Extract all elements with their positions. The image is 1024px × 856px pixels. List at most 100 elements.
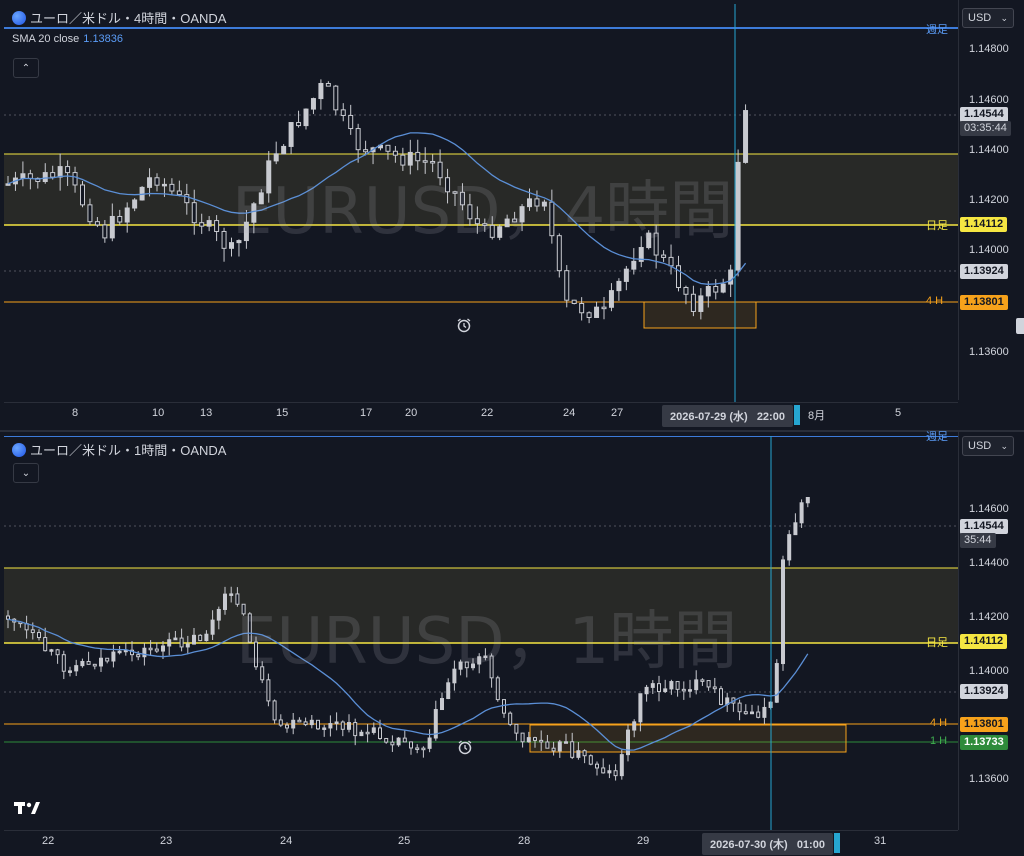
candle-body [446,682,451,700]
time-label: 22 [42,835,55,847]
symbol-title[interactable]: ユーロ／米ドル・1時間・OANDA [12,440,226,459]
price-axis-4h[interactable]: 1.14800 1.14600 1.14400 1.14200 1.14000 … [958,0,1024,400]
candle-body [445,177,451,193]
candle-body [27,173,33,179]
candle-body [570,741,575,758]
tradingview-logo[interactable] [14,800,44,816]
bar-countdown-tag: 03:35:44 [960,121,1011,136]
collapse-legend-button[interactable]: ⌃ [13,58,39,78]
time-axis-4h[interactable]: 8 10 13 15 17 20 22 24 27 8月 5 2026-07-2… [4,402,958,427]
time-label: 24 [563,407,576,419]
candle-body [235,593,240,605]
candle-body [309,719,314,726]
candle-body [650,683,655,688]
candle-body [467,204,473,220]
candle-body [805,496,810,504]
candle-body [206,220,212,227]
time-axis-1h[interactable]: 22 23 24 25 28 29 31 2026-07-30 (木) 01:0… [4,830,958,855]
candle-body [781,559,785,665]
sma-indicator-legend[interactable]: SMA 20 close 1.13836 [12,33,226,45]
chevron-down-icon: ⌄ [1000,440,1008,451]
candle-body [607,770,612,774]
candle-body [296,122,302,127]
candle-body [363,149,369,153]
candle-body [109,215,115,239]
candle-body [663,688,668,693]
weekly-line-label: 週足 [926,431,948,443]
candle-body [471,663,475,669]
candle-body [258,192,264,205]
daily-line-label: 日足 [926,637,948,649]
candle-body [582,750,587,757]
candle-body [719,688,723,705]
candle-body [586,312,592,318]
symbol-title[interactable]: ユーロ／米ドル・4時間・OANDA [12,8,226,27]
time-label: 17 [360,407,373,419]
candle-body [55,649,60,656]
candle-body [668,256,674,267]
time-label: 15 [276,407,289,419]
candle-body [458,661,463,670]
symbol-title-text: ユーロ／米ドル・1時間・OANDA [30,443,227,458]
chart-pane-4h[interactable]: ユーロ／米ドル・4時間・OANDA SMA 20 close 1.13836 ⌃ … [0,0,1024,430]
candle-body [474,218,480,225]
daily-zone [4,568,958,643]
currency-select[interactable]: USD ⌄ [962,8,1014,28]
candle-body [316,719,320,730]
time-label: 22 [481,407,494,419]
candle-body [799,502,804,524]
time-label: 13 [200,407,213,419]
candle-body [688,689,692,692]
candle-body [579,303,585,314]
candlestick-plot-4h [4,4,958,402]
plot-area-4h[interactable] [4,4,958,402]
candle-body [214,220,220,232]
candle-body [161,183,167,187]
sma-price-tag: 1.13924 [960,264,1008,279]
chevron-up-icon: ⌃ [21,62,31,74]
daily-line-label: 日足 [926,220,948,232]
candle-body [750,711,754,715]
price-tick: 1.14600 [969,503,1009,515]
currency-select[interactable]: USD ⌄ [962,436,1014,456]
candle-body [260,666,265,681]
candle-body [720,283,726,293]
time-label: 8月 [808,410,826,422]
candle-body [421,747,426,751]
candle-body [557,741,562,752]
candle-body [762,706,767,718]
candle-body [281,145,287,155]
currency-value: USD [968,440,992,452]
candle-body [353,722,358,737]
candle-body [626,729,630,756]
candle-body [482,223,488,226]
price-axis-1h[interactable]: 1.14600 1.14400 1.14200 1.14000 1.13600 [958,432,1024,830]
candle-body [619,754,624,777]
candle-body [464,661,469,669]
candle-body [608,290,614,308]
candle-body [37,632,41,639]
candle-body [437,161,443,179]
candle-body [427,737,432,749]
expand-legend-button[interactable]: ⌄ [13,463,39,483]
candle-body [504,218,510,228]
candle-body [594,306,600,318]
candle-body [167,639,172,647]
time-label: 8 [72,407,79,419]
h4-price-tag: 1.13801 [960,295,1008,310]
candle-body [623,268,629,282]
candle-body [407,151,413,166]
plot-area-1h[interactable] [4,436,958,830]
chart-pane-1h[interactable]: ユーロ／米ドル・1時間・OANDA ⌄ EURUSD，1時間 1.14600 1… [0,431,1024,856]
candle-body [185,643,190,648]
candle-body [632,721,637,731]
candle-body [359,731,364,737]
candle-body [595,763,599,769]
candle-body [483,655,488,659]
candle-body [713,286,719,293]
alarm-clock-icon[interactable] [456,317,472,333]
candle-body [459,191,465,206]
candle-body [348,114,354,130]
alarm-clock-icon[interactable] [457,739,473,755]
candle-body [539,739,544,743]
